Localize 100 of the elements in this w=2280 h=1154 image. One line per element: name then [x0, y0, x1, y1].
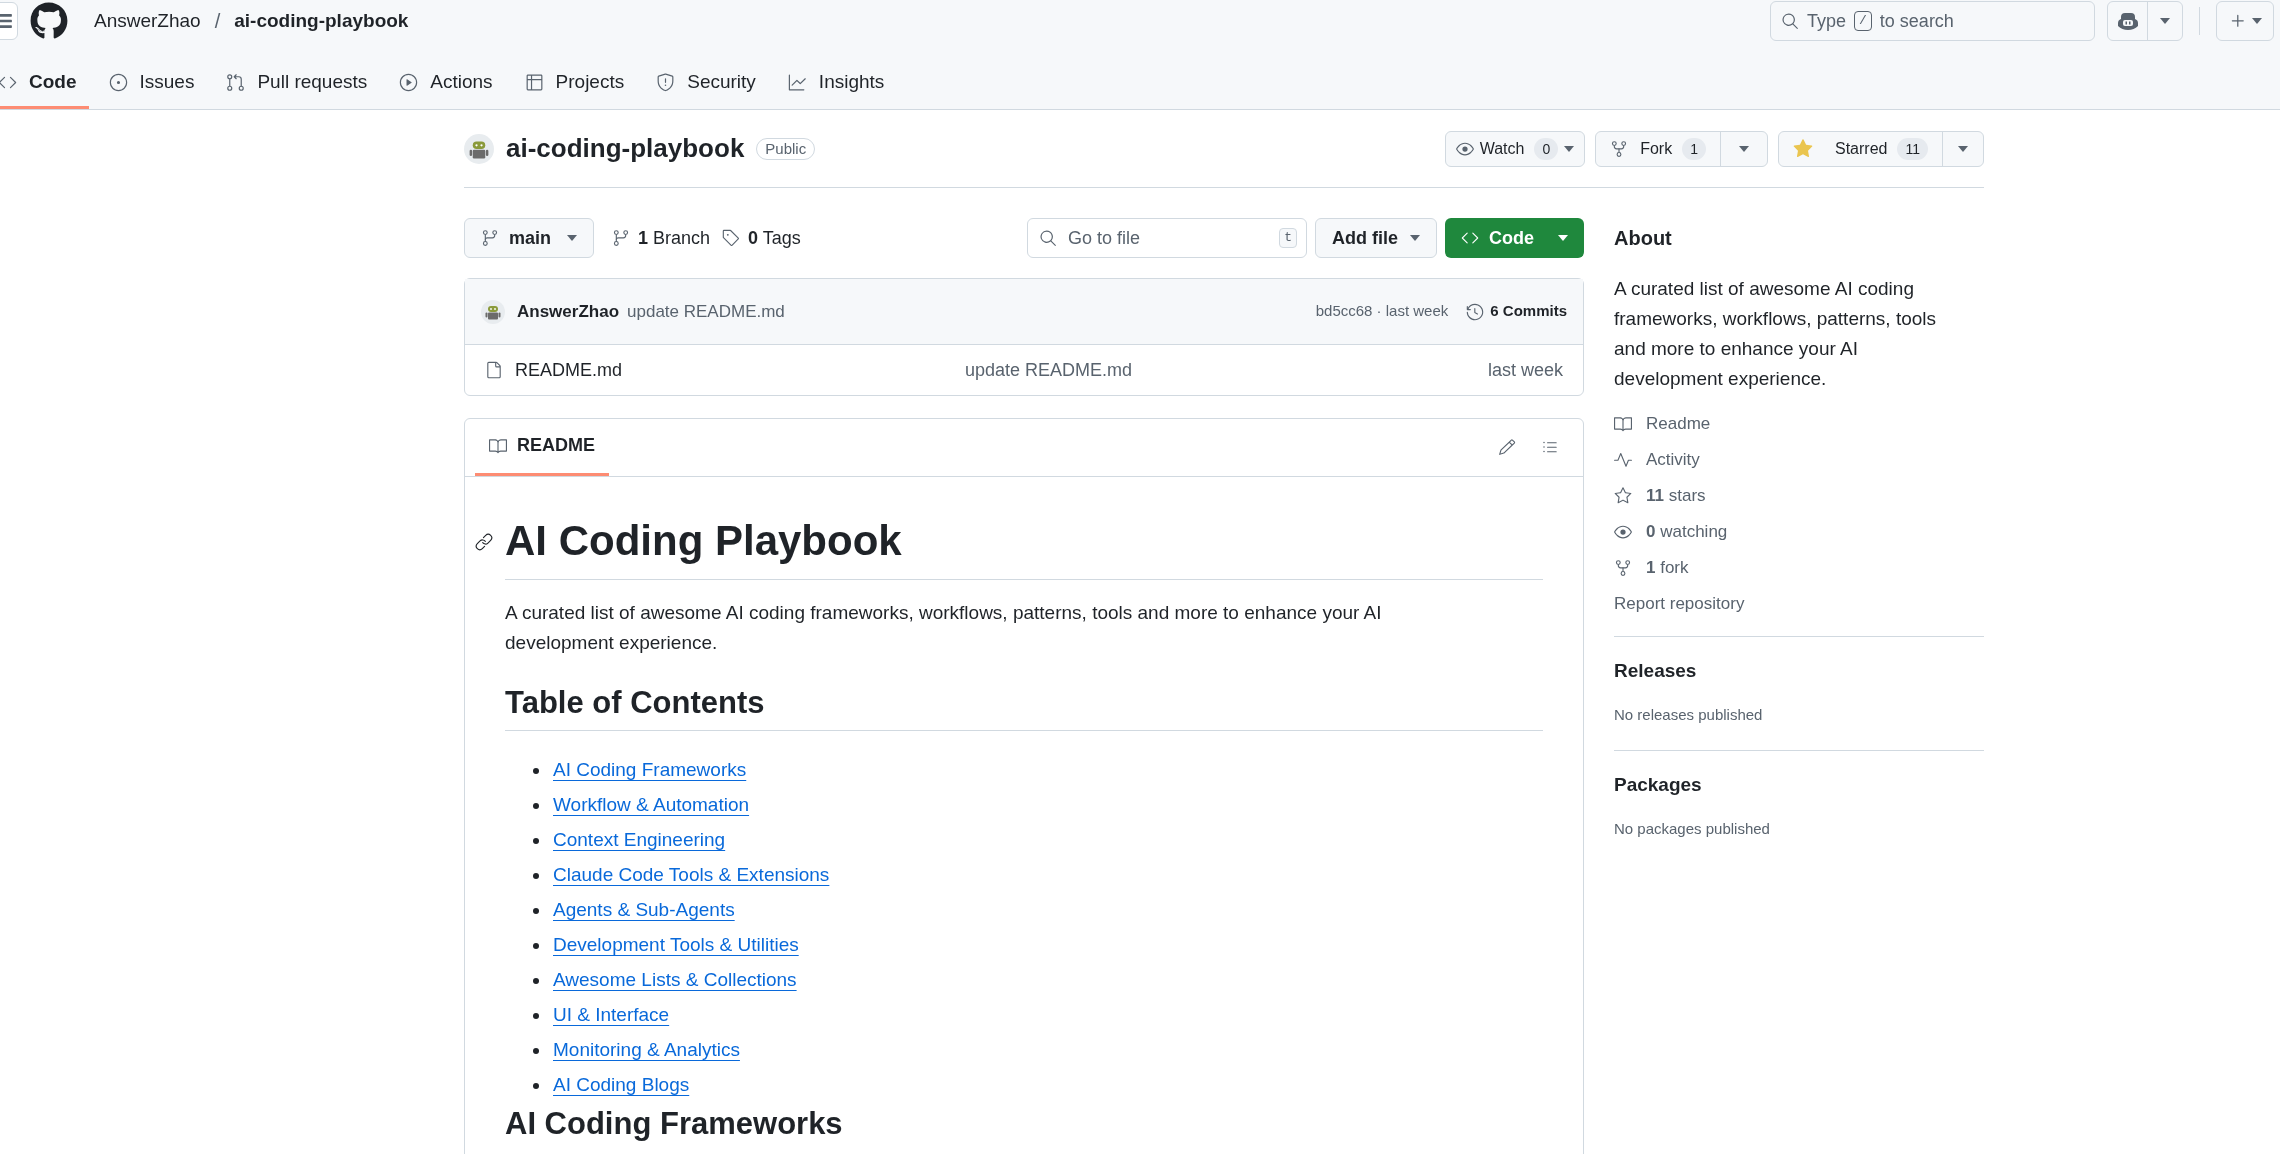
- about-link[interactable]: 1 fork: [1614, 550, 1984, 586]
- nav-tab[interactable]: Pull requests: [214, 59, 380, 109]
- commit-hash-time[interactable]: bd5cc68 · last week: [1315, 300, 1449, 323]
- toc-link[interactable]: AI Coding Blogs: [553, 1071, 690, 1100]
- github-logo-icon[interactable]: [30, 2, 68, 40]
- robot-avatar-icon: [481, 299, 505, 324]
- file-commit-message[interactable]: update README.md: [965, 356, 1133, 384]
- create-new-button[interactable]: [2216, 1, 2274, 41]
- file-time: last week: [1487, 358, 1563, 382]
- about-link[interactable]: Activity: [1614, 442, 1984, 478]
- caret-icon: [2160, 18, 2170, 24]
- packages-note: No packages published: [1614, 818, 1771, 839]
- robot-avatar-icon: [464, 133, 494, 164]
- star-icon: [1614, 487, 1632, 505]
- releases-heading: Releases: [1614, 659, 1698, 683]
- toc-link[interactable]: Claude Code Tools & Extensions: [553, 861, 830, 890]
- about-description: A curated list of awesome AI coding frameworks, workflows, patterns, tools and more to enhance your AI development experience.: [1614, 277, 1938, 391]
- toc-link[interactable]: Agents & Sub-Agents: [553, 896, 735, 925]
- packages-heading: Packages: [1614, 773, 1703, 797]
- readme-intro: A curated list of awesome AI coding frameworks, workflows, patterns, tools and more to enhance your AI development experience.: [505, 601, 1383, 655]
- search-placeholder: Type: [1807, 9, 1847, 33]
- search-field[interactable]: Type / to search: [1770, 1, 2095, 41]
- bullet-icon: [533, 907, 539, 914]
- toc-link[interactable]: AI Coding Frameworks: [553, 756, 747, 785]
- nav-tab[interactable]: Actions: [387, 59, 505, 109]
- owner-link[interactable]: AnswerZhao: [94, 6, 201, 36]
- releases-note: No releases published: [1614, 704, 1764, 725]
- caret-icon: [1739, 145, 1749, 152]
- toc-link[interactable]: Context Engineering: [553, 826, 726, 855]
- branch-icon: [481, 229, 499, 247]
- shortcut-key: t: [1279, 228, 1297, 248]
- repo-link[interactable]: ai-coding-playbook: [234, 6, 409, 36]
- add-file-button[interactable]: Add file: [1315, 218, 1437, 258]
- toc-link[interactable]: UI & Interface: [553, 1001, 670, 1030]
- search-icon: [1781, 12, 1799, 30]
- bullet-icon: [533, 942, 539, 949]
- about-link[interactable]: 11 stars: [1614, 478, 1984, 514]
- caret-icon: [1410, 235, 1420, 241]
- nav-tab[interactable]: Security: [644, 59, 768, 109]
- file-name[interactable]: README.md: [515, 356, 965, 384]
- nav-tab[interactable]: Issues: [96, 59, 207, 109]
- commit-message[interactable]: update README.md: [627, 298, 785, 325]
- shield-icon: [656, 73, 676, 92]
- toc-link[interactable]: Workflow & Automation: [553, 791, 750, 820]
- book-icon: [1614, 415, 1632, 433]
- book-icon: [489, 436, 507, 455]
- about-heading: About: [1614, 226, 1673, 251]
- search-placeholder-end: to search: [1879, 9, 1954, 33]
- nav-tab[interactable]: Projects: [512, 59, 637, 109]
- path-separator: /: [214, 9, 221, 34]
- toc-link[interactable]: Development Tools & Utilities: [553, 931, 799, 960]
- pull-request-icon: [226, 73, 246, 92]
- readme-title: AI Coding Playbook: [505, 516, 903, 566]
- toc-link[interactable]: Monitoring & Analytics: [553, 1036, 740, 1065]
- bullet-icon: [533, 802, 539, 809]
- copilot-button-group[interactable]: [2107, 1, 2183, 41]
- bullet-icon: [533, 837, 539, 844]
- nav-tab[interactable]: Code: [0, 59, 89, 109]
- toc-heading: Table of Contents: [505, 682, 1543, 731]
- play-icon: [399, 73, 419, 92]
- copilot-icon: [2116, 11, 2139, 31]
- shortcut-key: /: [1854, 11, 1872, 31]
- menu-icon: [0, 12, 13, 30]
- about-link[interactable]: Readme: [1614, 406, 1984, 442]
- fork-icon: [1614, 559, 1632, 577]
- graph-icon: [787, 73, 807, 92]
- anchor-link-icon[interactable]: [475, 533, 493, 551]
- repo-title[interactable]: ai-coding-playbook: [506, 129, 745, 168]
- branch-button[interactable]: main: [464, 218, 594, 258]
- commit-author[interactable]: AnswerZhao: [517, 298, 620, 325]
- history-icon: [1466, 302, 1485, 321]
- bullet-icon: [533, 1047, 539, 1054]
- watch-label: Watch: [1479, 138, 1525, 159]
- commits-link[interactable]: 6 Commits: [1466, 300, 1567, 323]
- branch-icon: [612, 229, 630, 247]
- pencil-icon: [1498, 438, 1516, 456]
- watch-count: 0: [1534, 137, 1559, 160]
- tag-icon: [722, 229, 741, 247]
- fork-label: Fork: [1640, 138, 1673, 159]
- report-link[interactable]: Report repository: [1614, 586, 1984, 622]
- caret-icon: [1558, 235, 1568, 241]
- star-label: Starred: [1835, 138, 1888, 159]
- caret-icon: [567, 235, 577, 241]
- nav-tab[interactable]: Insights: [775, 59, 897, 109]
- fork-button[interactable]: Fork 1: [1595, 130, 1768, 167]
- toc-link[interactable]: Awesome Lists & Collections: [553, 966, 797, 995]
- about-link[interactable]: 0 watching: [1614, 514, 1984, 550]
- branches-link[interactable]: 1 Branch: [612, 224, 711, 252]
- caret-icon: [1958, 145, 1968, 152]
- fork-icon: [1610, 139, 1629, 158]
- file-icon: [485, 361, 503, 379]
- star-button[interactable]: Starred 11: [1778, 130, 1984, 167]
- watch-button[interactable]: Watch 0: [1444, 130, 1586, 167]
- code-button[interactable]: Code: [1445, 218, 1584, 258]
- search-icon: [1039, 229, 1057, 247]
- tags-link[interactable]: 0 Tags: [722, 224, 801, 252]
- caret-icon: [1564, 145, 1575, 152]
- readme-tab[interactable]: README: [475, 418, 609, 476]
- fork-count: 1: [1682, 137, 1706, 160]
- caret-icon: [2252, 18, 2262, 24]
